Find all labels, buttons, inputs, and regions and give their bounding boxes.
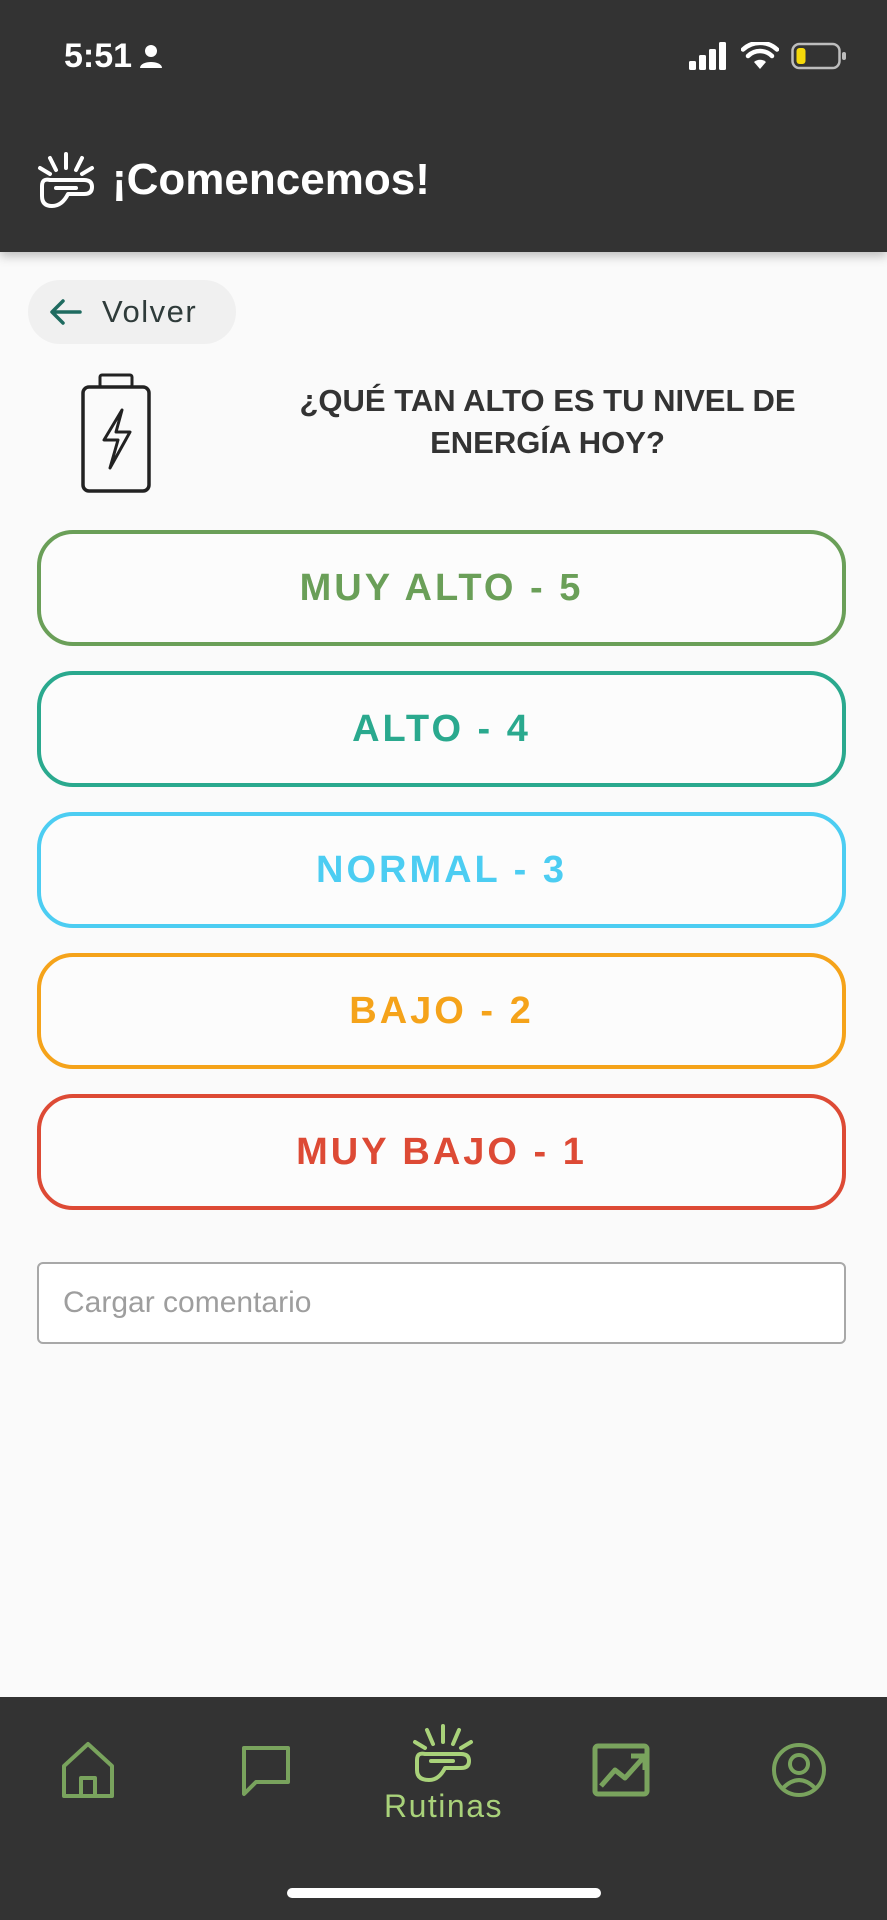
page-title: ¡Comencemos! [112, 155, 430, 204]
option-label: BAJO - 2 [349, 989, 534, 1032]
option-label: ALTO - 4 [352, 707, 531, 750]
status-time: 5:51 [64, 36, 164, 76]
option-label: MUY BAJO - 1 [296, 1130, 587, 1173]
chat-icon[interactable] [226, 1730, 306, 1810]
option-bajo-button[interactable]: BAJO - 2 [37, 953, 846, 1069]
wifi-icon [741, 42, 779, 69]
status-indicators [689, 38, 847, 74]
trend-chart-icon[interactable] [581, 1730, 661, 1810]
option-normal-button[interactable]: NORMAL - 3 [37, 812, 846, 928]
battery-low-icon [791, 42, 846, 70]
option-label: MUY ALTO - 5 [299, 566, 584, 609]
signal-icon [689, 42, 726, 70]
option-muy-alto-button[interactable]: MUY ALTO - 5 [37, 530, 846, 646]
option-muy-bajo-button[interactable]: MUY BAJO - 1 [37, 1094, 846, 1210]
status-time-label: 5:51 [64, 36, 133, 75]
option-label: NORMAL - 3 [316, 848, 567, 891]
person-icon [140, 45, 163, 68]
comment-input[interactable] [37, 1262, 846, 1344]
home-icon[interactable] [48, 1730, 128, 1810]
home-indicator[interactable] [287, 1888, 601, 1898]
back-button-label: Volver [102, 294, 198, 329]
option-alto-button[interactable]: ALTO - 4 [37, 671, 846, 787]
question-text: ¿QUÉ TAN ALTO ES TU NIVEL DE ENERGÍA HOY… [299, 383, 796, 460]
nav-label-rutinas[interactable]: Rutinas [300, 1788, 587, 1825]
routines-nav-icon[interactable] [403, 1718, 483, 1798]
pipe-sparkle-icon [38, 152, 94, 208]
profile-icon[interactable] [759, 1730, 839, 1810]
battery-bolt-icon [81, 373, 151, 493]
back-button[interactable]: Volver [28, 280, 236, 344]
arrow-left-icon [50, 299, 82, 325]
